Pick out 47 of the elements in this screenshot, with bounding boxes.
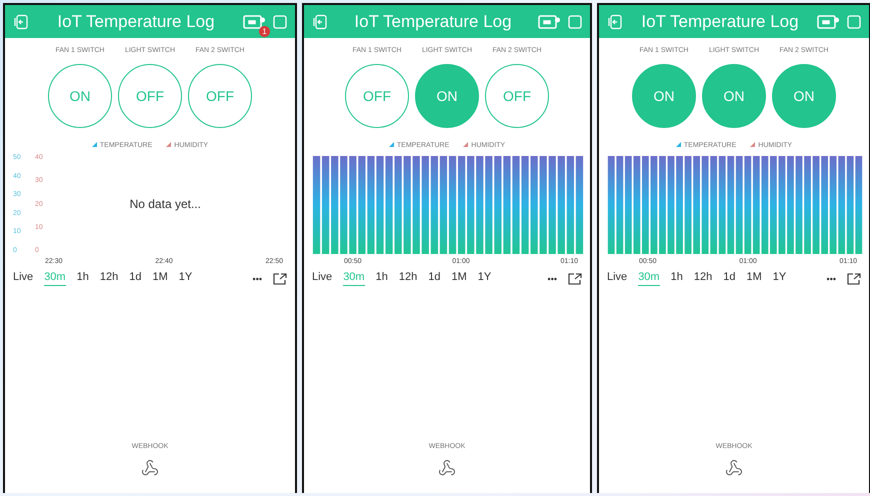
time-range-tab[interactable]: 1Y <box>178 271 192 286</box>
time-range-tab[interactable]: 1h <box>670 271 683 286</box>
more-button[interactable]: ••• <box>548 274 557 284</box>
webhook-icon[interactable] <box>141 459 159 477</box>
legend-icon <box>388 142 394 147</box>
notification-badge: 1 <box>259 26 270 36</box>
time-range-tab[interactable]: 1d <box>723 271 736 286</box>
device-icon[interactable] <box>817 14 839 30</box>
expand-icon[interactable] <box>847 272 861 284</box>
time-range-tab[interactable]: 1M <box>746 271 762 286</box>
expand-icon[interactable] <box>568 272 582 284</box>
exit-icon[interactable] <box>312 14 328 30</box>
time-range-tab[interactable]: Live <box>312 271 332 286</box>
webhook-icon[interactable] <box>438 459 456 477</box>
expand-icon[interactable] <box>273 272 287 284</box>
time-range-tab[interactable]: 1d <box>129 271 142 286</box>
exit-icon[interactable] <box>607 14 623 30</box>
time-range-tab[interactable]: 1M <box>152 271 168 286</box>
exit-icon[interactable] <box>13 14 29 30</box>
device-icon[interactable] <box>243 14 265 30</box>
time-range-tab[interactable]: 12h <box>694 271 712 286</box>
time-range-tab[interactable]: 1h <box>76 271 89 286</box>
time-range-tab[interactable]: 1d <box>428 271 440 286</box>
app-title: IoT Temperature Log <box>353 12 513 32</box>
time-range-tab[interactable]: 1Y <box>772 271 786 286</box>
legend-icon <box>92 142 97 147</box>
time-range-tab[interactable]: 1h <box>376 271 388 286</box>
legend-icon <box>166 142 172 147</box>
time-range-tab[interactable]: 1Y <box>478 271 492 286</box>
time-range-tab[interactable]: 12h <box>100 271 118 286</box>
square-icon[interactable] <box>568 14 582 28</box>
more-button[interactable]: ••• <box>252 274 262 284</box>
legend-icon <box>676 142 681 147</box>
no-data-message: No data yet... <box>130 197 201 211</box>
time-range-tab[interactable]: 1M <box>451 271 467 286</box>
time-range-tab[interactable]: 12h <box>398 271 418 286</box>
app-title: IoT Temperature Log <box>640 12 800 32</box>
legend-icon <box>463 142 468 147</box>
time-range-tab[interactable]: Live <box>607 271 628 286</box>
square-icon[interactable] <box>847 14 861 28</box>
square-icon[interactable] <box>273 14 287 28</box>
app-title: IoT Temperature Log <box>56 12 216 32</box>
webhook-icon[interactable] <box>725 459 743 477</box>
legend-icon <box>750 142 756 147</box>
time-range-tab[interactable]: Live <box>13 271 34 286</box>
more-button[interactable]: ••• <box>826 274 836 284</box>
device-icon[interactable] <box>538 14 560 30</box>
